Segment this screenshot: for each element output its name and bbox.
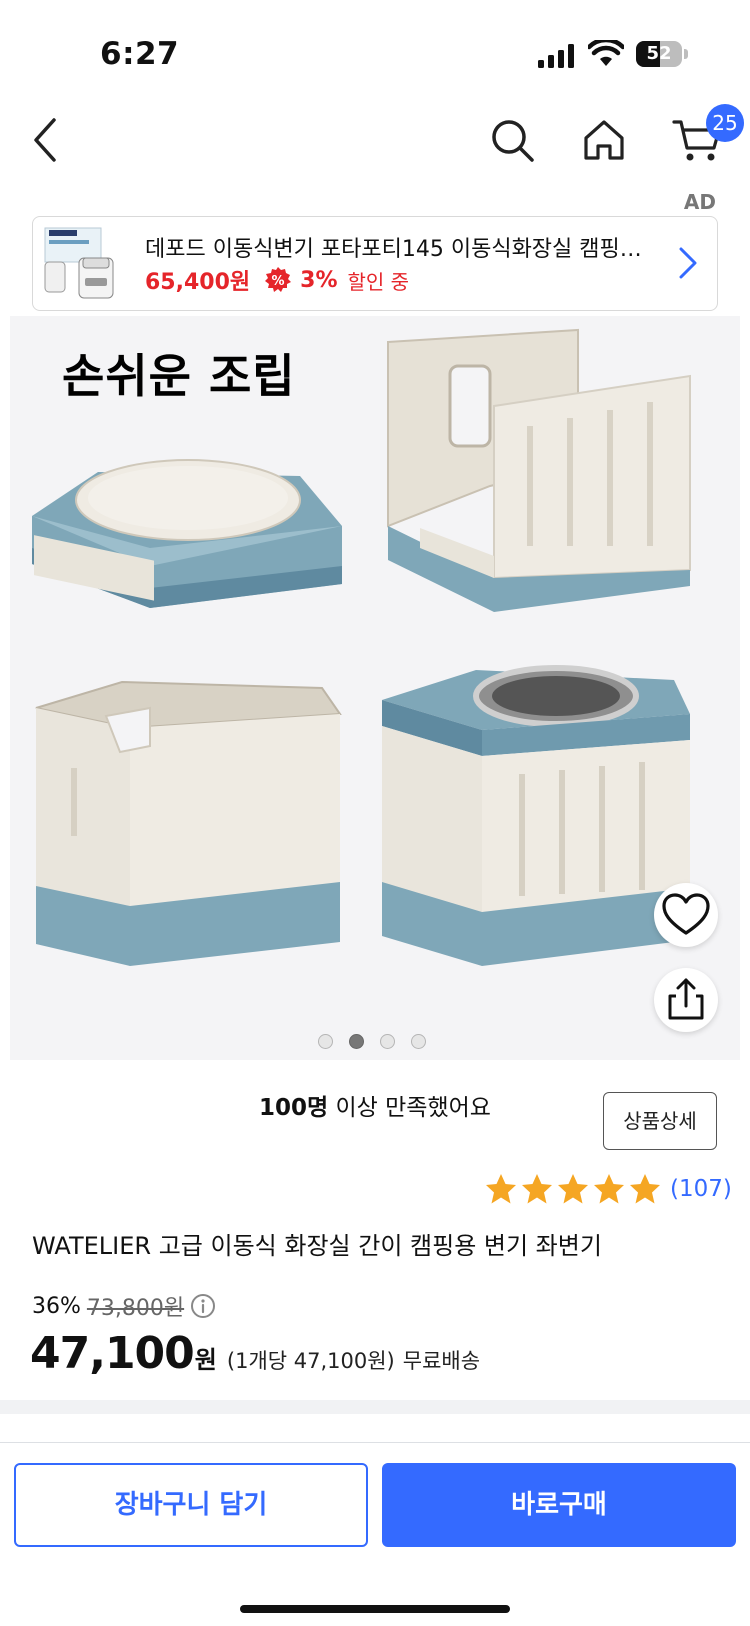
home-indicator: [240, 1605, 510, 1613]
svg-text:%: %: [272, 274, 285, 289]
star-icon: [594, 1174, 624, 1204]
pagination-dot[interactable]: [349, 1034, 364, 1049]
star-icon: [558, 1174, 588, 1204]
sale-price: 47,100: [30, 1328, 195, 1379]
buy-now-button[interactable]: 바로구매: [382, 1463, 736, 1547]
top-nav-bar: [0, 100, 750, 190]
pagination-dot[interactable]: [318, 1034, 333, 1049]
gallery-pagination: [318, 1034, 426, 1049]
ad-product-thumbnail: [39, 222, 119, 306]
star-icon: [630, 1174, 660, 1204]
unit-price: (1개당 47,100원): [226, 1349, 395, 1373]
ad-banner[interactable]: 데포드 이동식변기 포타포티145 이동식화장실 캠핑용 휴대용 65,400원…: [32, 216, 718, 311]
currency-unit: 원: [194, 1346, 217, 1374]
info-icon[interactable]: [190, 1293, 216, 1319]
satisfaction-count: 100명: [259, 1095, 329, 1121]
star-rating: [484, 1172, 664, 1206]
discount-badge-icon: %: [265, 267, 292, 292]
pagination-dot[interactable]: [411, 1034, 426, 1049]
back-arrow-icon[interactable]: [26, 114, 66, 166]
finished-toilet-illustration: [382, 665, 690, 966]
shipping-info: 무료배송: [402, 1349, 481, 1373]
share-button[interactable]: [654, 968, 718, 1032]
heart-icon: [662, 893, 710, 935]
battery-icon: 52: [636, 41, 688, 67]
product-title: WATELIER 고급 이동식 화장실 간이 캠핑용 변기 좌변기: [32, 1232, 602, 1260]
review-count[interactable]: (107): [670, 1176, 732, 1202]
ad-discount: 3%: [300, 267, 338, 293]
status-time: 6:27: [100, 36, 180, 72]
gallery-caption: 손쉬운 조립: [62, 349, 296, 403]
bottom-action-bar: 장바구니 담기 바로구매: [0, 1442, 750, 1626]
assembled-box-illustration: [35, 680, 342, 966]
home-icon[interactable]: [580, 116, 628, 164]
product-image-gallery[interactable]: 손쉬운 조립: [10, 316, 740, 1060]
cellular-signal-icon: [538, 44, 574, 68]
cart-count-badge: 25: [706, 104, 744, 142]
pagination-dot[interactable]: [380, 1034, 395, 1049]
product-detail-button[interactable]: 상품상세: [603, 1092, 717, 1150]
wifi-icon: [588, 40, 624, 66]
sale-price-row: 47,100 원 (1개당 47,100원) 무료배송: [30, 1328, 480, 1379]
ad-price-row: 65,400원 % 3% 할인 중: [145, 263, 409, 297]
section-divider: [0, 1400, 750, 1414]
add-to-cart-button[interactable]: 장바구니 담기: [14, 1463, 368, 1547]
ad-price: 65,400원: [145, 270, 251, 295]
original-price: 73,800원: [86, 1296, 185, 1321]
rating-row[interactable]: (107): [484, 1172, 732, 1206]
battery-level: 52: [646, 43, 672, 64]
product-photo: [10, 316, 740, 1060]
star-icon: [522, 1174, 552, 1204]
share-icon: [668, 978, 704, 1020]
ad-label: AD: [683, 190, 716, 214]
status-bar: 6:27 52: [0, 0, 750, 100]
satisfaction-label: 이상 만족했어요: [328, 1095, 491, 1121]
chevron-right-icon[interactable]: [677, 245, 699, 281]
discount-rate: 36%: [32, 1293, 81, 1319]
star-icon: [486, 1174, 516, 1204]
ad-title: 데포드 이동식변기 포타포티145 이동식화장실 캠핑용 휴대용: [145, 237, 655, 262]
original-price-row: 36% 73,800원: [32, 1290, 216, 1322]
ad-sale-text: 할인 중: [347, 269, 410, 294]
search-icon[interactable]: [488, 116, 536, 164]
favorite-button[interactable]: [654, 883, 718, 947]
